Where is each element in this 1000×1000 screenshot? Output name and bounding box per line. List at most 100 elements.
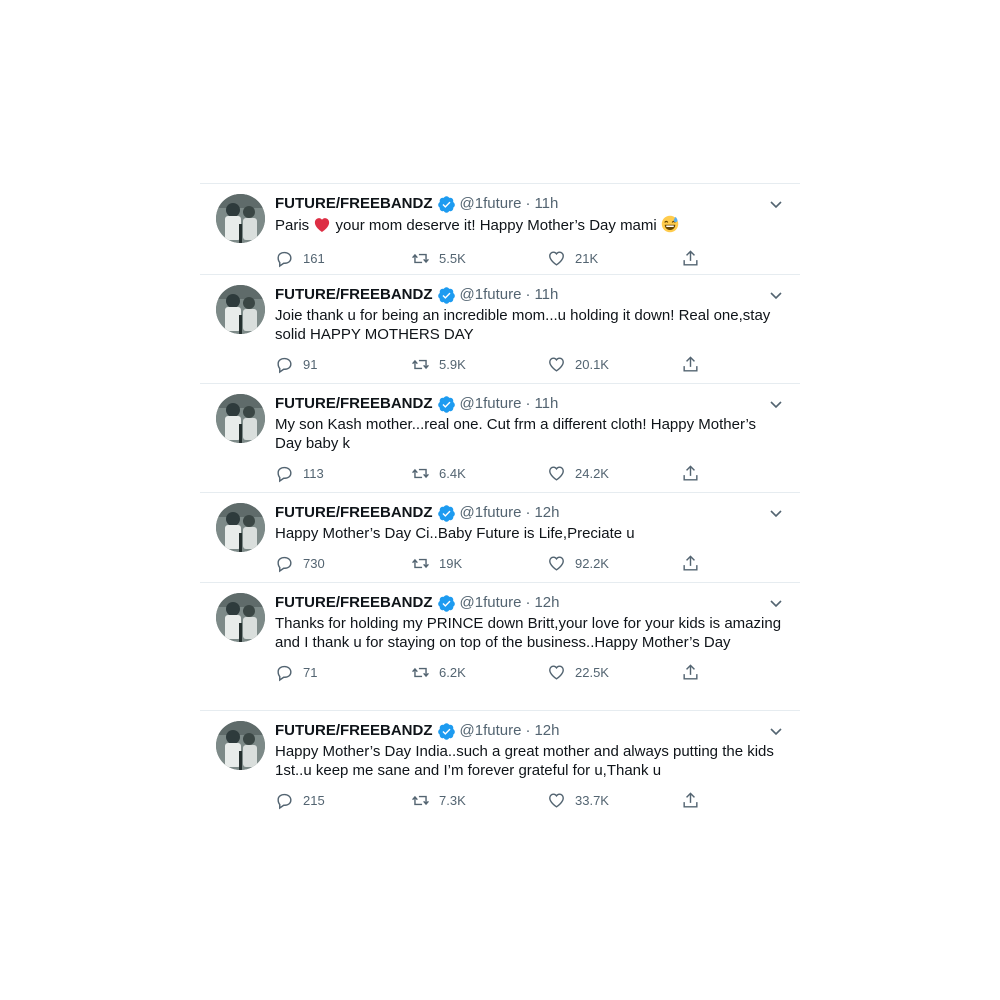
share-button[interactable] xyxy=(681,791,721,810)
share-button[interactable] xyxy=(681,249,721,268)
tweet-text-part: your mom deserve it! Happy Mother’s Day … xyxy=(331,217,661,234)
like-count: 92.2K xyxy=(575,555,609,571)
chevron-down-icon[interactable] xyxy=(768,396,784,412)
like-button[interactable]: 20.1K xyxy=(547,355,681,374)
display-name[interactable]: FUTURE/FREEBANDZ xyxy=(275,503,433,523)
heart-icon xyxy=(549,250,564,266)
share-icon xyxy=(683,663,698,680)
share-button[interactable] xyxy=(681,663,721,682)
heart-emoji-icon xyxy=(313,216,331,238)
retweet-count: 6.4K xyxy=(439,465,466,481)
chevron-down-icon[interactable] xyxy=(768,196,784,212)
like-button[interactable]: 21K xyxy=(547,249,681,268)
avatar[interactable] xyxy=(216,503,265,552)
tweet-text: Happy Mother’s Day India..such a great m… xyxy=(275,743,774,779)
retweet-count: 5.5K xyxy=(439,250,466,266)
avatar[interactable] xyxy=(216,593,265,642)
reply-button[interactable]: 113 xyxy=(275,464,411,483)
tweet[interactable]: FUTURE/FREEBANDZ @1future · 12h Thanks f… xyxy=(200,582,800,710)
timestamp[interactable]: 11h xyxy=(534,285,558,305)
handle[interactable]: @1future xyxy=(460,593,522,613)
separator-dot: · xyxy=(525,286,531,303)
chevron-down-icon[interactable] xyxy=(768,595,784,611)
display-name[interactable]: FUTURE/FREEBANDZ xyxy=(275,285,433,305)
share-icon xyxy=(683,464,698,481)
reply-count: 215 xyxy=(303,792,325,808)
tweet-actions: 113 6.4K 24.2K xyxy=(275,463,784,483)
retweet-icon xyxy=(412,359,429,369)
chevron-down-icon[interactable] xyxy=(768,723,784,739)
retweet-icon xyxy=(412,558,429,568)
handle[interactable]: @1future xyxy=(460,503,522,523)
reply-button[interactable]: 730 xyxy=(275,554,411,573)
reply-button[interactable]: 91 xyxy=(275,355,411,374)
display-name[interactable]: FUTURE/FREEBANDZ xyxy=(275,593,433,613)
retweet-icon xyxy=(412,795,429,805)
tweet[interactable]: FUTURE/FREEBANDZ @1future · 11h Joie tha… xyxy=(200,274,800,383)
like-button[interactable]: 22.5K xyxy=(547,663,681,682)
timestamp[interactable]: 12h xyxy=(534,503,559,523)
avatar[interactable] xyxy=(216,285,265,334)
tweet-text: Paris your mom deserve it! Happy Mother’… xyxy=(275,215,784,238)
retweet-button[interactable]: 5.9K xyxy=(411,355,547,374)
retweet-button[interactable]: 19K xyxy=(411,554,547,573)
retweet-count: 7.3K xyxy=(439,792,466,808)
share-button[interactable] xyxy=(681,355,721,374)
reply-button[interactable]: 161 xyxy=(275,249,411,268)
retweet-button[interactable]: 5.5K xyxy=(411,249,547,268)
retweet-button[interactable]: 6.4K xyxy=(411,464,547,483)
retweet-count: 19K xyxy=(439,555,463,571)
display-name[interactable]: FUTURE/FREEBANDZ xyxy=(275,721,433,741)
handle[interactable]: @1future xyxy=(460,394,522,414)
tweet[interactable]: FUTURE/FREEBANDZ @1future · 11h My son K… xyxy=(200,383,800,492)
share-button[interactable] xyxy=(681,464,721,483)
avatar[interactable] xyxy=(216,721,265,770)
heart-icon xyxy=(549,664,564,680)
handle[interactable]: @1future xyxy=(460,194,522,214)
retweet-count: 5.9K xyxy=(439,356,466,372)
avatar[interactable] xyxy=(216,194,265,243)
retweet-button[interactable]: 6.2K xyxy=(411,663,547,682)
timestamp[interactable]: 12h xyxy=(534,721,559,741)
reply-button[interactable]: 71 xyxy=(275,663,411,682)
reply-icon xyxy=(277,357,292,373)
retweet-button[interactable]: 7.3K xyxy=(411,791,547,810)
reply-icon xyxy=(277,466,292,482)
separator-dot: · xyxy=(525,395,531,412)
avatar[interactable] xyxy=(216,394,265,443)
like-button[interactable]: 33.7K xyxy=(547,791,681,810)
tweet-actions: 161 5.5K 21K xyxy=(275,248,784,268)
reply-count: 730 xyxy=(303,555,325,571)
tweet[interactable]: FUTURE/FREEBANDZ @1future · 12h Happy Mo… xyxy=(200,710,800,819)
separator-dot: · xyxy=(525,504,531,521)
display-name[interactable]: FUTURE/FREEBANDZ xyxy=(275,394,433,414)
tweet[interactable]: FUTURE/FREEBANDZ @1future · 11h Paris yo… xyxy=(200,183,800,274)
timestamp[interactable]: 11h xyxy=(534,194,558,214)
separator-dot: · xyxy=(525,722,531,739)
handle[interactable]: @1future xyxy=(460,721,522,741)
heart-icon xyxy=(549,356,564,372)
tweet[interactable]: FUTURE/FREEBANDZ @1future · 12h Happy Mo… xyxy=(200,492,800,582)
timestamp[interactable]: 12h xyxy=(534,593,559,613)
verified-badge-icon xyxy=(437,504,456,523)
handle[interactable]: @1future xyxy=(460,285,522,305)
tweet-text-part: Paris xyxy=(275,217,314,234)
reply-icon xyxy=(277,251,292,267)
tweet-text: Thanks for holding my PRINCE down Britt,… xyxy=(275,615,782,651)
heart-icon xyxy=(549,555,564,571)
verified-badge-icon xyxy=(437,195,456,214)
reply-icon xyxy=(277,665,292,681)
share-button[interactable] xyxy=(681,554,721,573)
display-name[interactable]: FUTURE/FREEBANDZ xyxy=(275,194,433,214)
reply-icon xyxy=(277,556,292,572)
share-icon xyxy=(683,249,698,266)
chevron-down-icon[interactable] xyxy=(768,287,784,303)
tweet-text: Happy Mother’s Day Ci..Baby Future is Li… xyxy=(275,525,635,542)
reply-button[interactable]: 215 xyxy=(275,791,411,810)
timestamp[interactable]: 11h xyxy=(534,394,558,414)
like-button[interactable]: 24.2K xyxy=(547,464,681,483)
heart-icon xyxy=(549,792,564,808)
like-button[interactable]: 92.2K xyxy=(547,554,681,573)
tweet-actions: 91 5.9K 20.1K xyxy=(275,354,784,374)
chevron-down-icon[interactable] xyxy=(768,505,784,521)
